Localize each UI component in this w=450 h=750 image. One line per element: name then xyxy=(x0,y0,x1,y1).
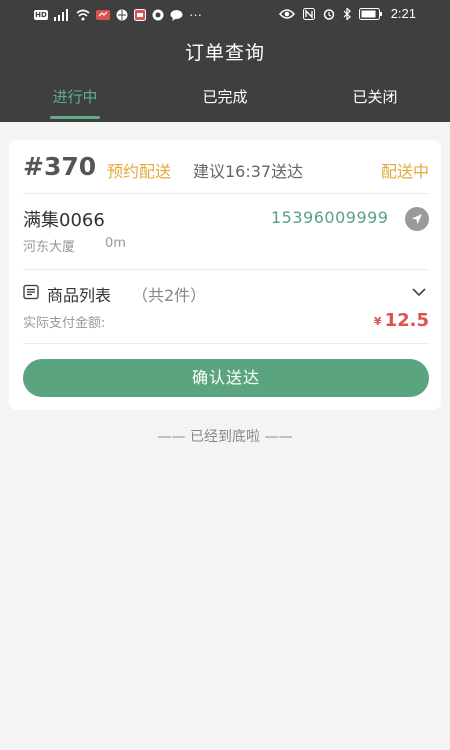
eye-icon xyxy=(278,8,295,19)
order-eta: 建议16:37送达 xyxy=(193,162,304,181)
globe-icon xyxy=(116,9,128,20)
status-left: HD ··· xyxy=(34,7,202,22)
top-bar: HD ··· 2:21 订单查询 进行中 已完成 已关闭 xyxy=(0,0,450,122)
tab-completed[interactable]: 已完成 xyxy=(150,86,300,122)
tab-closed-label: 已关闭 xyxy=(352,88,398,106)
goods-list-label[interactable]: 商品列表 xyxy=(47,282,111,306)
tab-closed[interactable]: 已关闭 xyxy=(300,86,450,122)
customer-distance: 0m xyxy=(105,236,126,251)
payment-label: 实际支付金额: xyxy=(23,316,106,331)
goods-count: （共2件） xyxy=(132,286,207,305)
wifi-icon xyxy=(76,9,90,20)
red-app-icon xyxy=(96,9,110,20)
currency-symbol: ¥ xyxy=(373,315,382,328)
message-icon xyxy=(170,9,183,21)
alarm-icon xyxy=(323,8,334,20)
order-type-badge: 预约配送 xyxy=(107,162,172,181)
confirm-delivery-button[interactable]: 确认送达 xyxy=(23,359,429,397)
app-notification-icon xyxy=(134,8,146,21)
order-header: #370 预约配送 建议16:37送达 配送中 xyxy=(23,152,429,186)
battery-icon xyxy=(358,7,382,20)
hd-icon: HD xyxy=(34,9,48,20)
tab-in-progress-label: 进行中 xyxy=(52,88,98,106)
customer-address: 河东大厦 xyxy=(23,240,76,255)
end-of-list-note: —— 已经到底啦 —— xyxy=(157,429,293,445)
customer-phone-link[interactable]: 15396009999 xyxy=(271,208,388,227)
navigation-arrow-icon xyxy=(412,214,422,224)
navigate-button[interactable] xyxy=(405,207,429,231)
tab-in-progress[interactable]: 进行中 xyxy=(0,86,150,122)
tab-completed-label: 已完成 xyxy=(202,88,248,106)
chevron-down-icon[interactable] xyxy=(411,286,427,298)
payment-value: 12.5 xyxy=(384,310,429,331)
page-title: 订单查询 xyxy=(184,42,265,64)
bluetooth-icon xyxy=(343,7,351,20)
order-status: 配送中 xyxy=(380,162,429,181)
divider xyxy=(23,193,429,194)
customer-name: 满集0066 xyxy=(23,210,105,231)
signal-icon xyxy=(54,8,68,21)
more-notifications-icon: ··· xyxy=(189,7,202,22)
active-tab-indicator xyxy=(50,116,100,119)
payment-amount: ¥12.5 xyxy=(374,310,429,331)
divider xyxy=(23,269,429,270)
list-icon xyxy=(23,284,39,300)
status-right: 2:21 xyxy=(278,6,416,21)
divider xyxy=(23,343,429,344)
status-bar: HD ··· 2:21 xyxy=(0,0,450,28)
nfc-icon xyxy=(302,7,315,20)
order-tabs: 进行中 已完成 已关闭 xyxy=(0,86,450,122)
order-number: #370 xyxy=(23,152,97,181)
order-card: #370 预约配送 建议16:37送达 配送中 满集0066 153960099… xyxy=(9,140,441,410)
camera-app-icon xyxy=(152,9,164,20)
status-time: 2:21 xyxy=(390,6,416,21)
